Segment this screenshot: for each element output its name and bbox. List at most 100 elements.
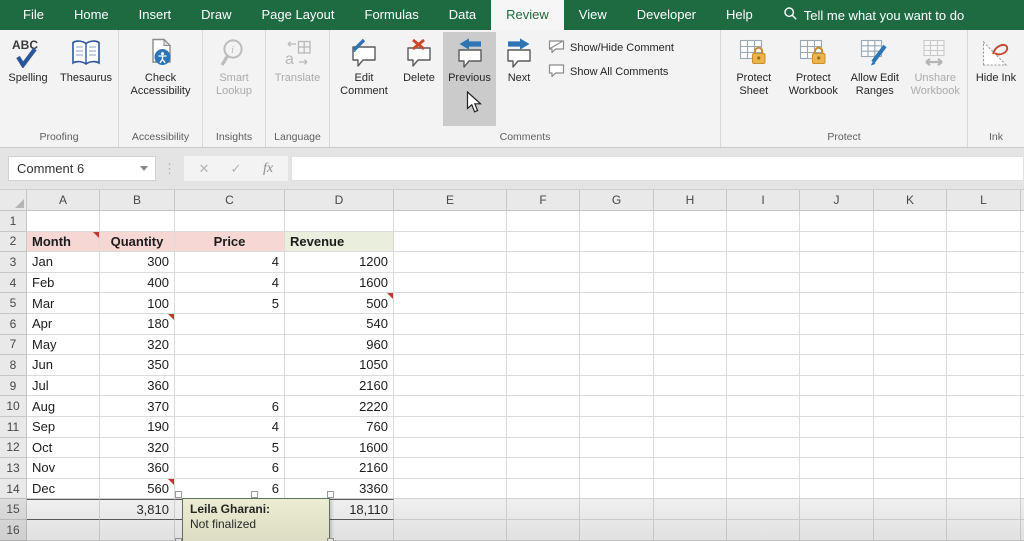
cell-B14[interactable]: 560 bbox=[100, 478, 175, 500]
row-header-16[interactable]: 16 bbox=[0, 519, 27, 541]
cell-L2[interactable] bbox=[947, 231, 1021, 253]
allow-edit-ranges-button[interactable]: Allow Edit Ranges bbox=[845, 32, 905, 126]
cell-K9[interactable] bbox=[874, 375, 947, 397]
check-accessibility-button[interactable]: Check Accessibility bbox=[121, 32, 201, 126]
col-header-J[interactable]: J bbox=[800, 190, 874, 211]
cell-H9[interactable] bbox=[654, 375, 727, 397]
cell-B7[interactable]: 320 bbox=[100, 334, 175, 356]
cell-E12[interactable] bbox=[394, 437, 507, 459]
tab-page-layout[interactable]: Page Layout bbox=[247, 0, 350, 30]
cell-G2[interactable] bbox=[580, 231, 654, 253]
cell-B11[interactable]: 190 bbox=[100, 416, 175, 438]
tab-insert[interactable]: Insert bbox=[124, 0, 187, 30]
tab-developer[interactable]: Developer bbox=[622, 0, 711, 30]
translate-button[interactable]: a Translate bbox=[269, 32, 327, 126]
thesaurus-button[interactable]: Thesaurus bbox=[55, 32, 117, 126]
cell-H14[interactable] bbox=[654, 478, 727, 500]
cell-H8[interactable] bbox=[654, 355, 727, 376]
cell-D3[interactable]: 1200 bbox=[285, 252, 394, 273]
cell-G12[interactable] bbox=[580, 437, 654, 459]
cell-D9[interactable]: 2160 bbox=[285, 375, 394, 397]
cell-F8[interactable] bbox=[507, 355, 580, 376]
cell-L6[interactable] bbox=[947, 313, 1021, 335]
cell-D6[interactable]: 540 bbox=[285, 313, 394, 335]
row-header-8[interactable]: 8 bbox=[0, 355, 27, 376]
show-hide-comment-button[interactable]: Show/Hide Comment bbox=[548, 39, 674, 56]
cell-K3[interactable] bbox=[874, 252, 947, 273]
row-header-10[interactable]: 10 bbox=[0, 396, 27, 417]
cell-B13[interactable]: 360 bbox=[100, 458, 175, 479]
cell-J14[interactable] bbox=[800, 478, 874, 500]
cell-F15[interactable] bbox=[507, 499, 580, 520]
cell-D5[interactable]: 500 bbox=[285, 293, 394, 314]
cell-K7[interactable] bbox=[874, 334, 947, 356]
cell-A8[interactable]: Jun bbox=[27, 355, 100, 376]
cell-B10[interactable]: 370 bbox=[100, 396, 175, 417]
next-comment-button[interactable]: Next bbox=[496, 32, 542, 126]
cell-F2[interactable] bbox=[507, 231, 580, 253]
cell-E14[interactable] bbox=[394, 478, 507, 500]
select-all-corner[interactable] bbox=[0, 190, 27, 211]
cell-I14[interactable] bbox=[727, 478, 800, 500]
col-header-D[interactable]: D bbox=[285, 190, 394, 211]
delete-comment-button[interactable]: Delete bbox=[395, 32, 443, 126]
cell-G4[interactable] bbox=[580, 272, 654, 294]
cell-L9[interactable] bbox=[947, 375, 1021, 397]
cell-F16[interactable] bbox=[507, 519, 580, 541]
cell-K8[interactable] bbox=[874, 355, 947, 376]
cell-H12[interactable] bbox=[654, 437, 727, 459]
cell-K14[interactable] bbox=[874, 478, 947, 500]
cell-D11[interactable]: 760 bbox=[285, 416, 394, 438]
cell-G10[interactable] bbox=[580, 396, 654, 417]
col-header-E[interactable]: E bbox=[394, 190, 507, 211]
cell-D8[interactable]: 1050 bbox=[285, 355, 394, 376]
cell-I12[interactable] bbox=[727, 437, 800, 459]
cell-I7[interactable] bbox=[727, 334, 800, 356]
cell-C12[interactable]: 5 bbox=[175, 437, 285, 459]
cell-F10[interactable] bbox=[507, 396, 580, 417]
cell-H11[interactable] bbox=[654, 416, 727, 438]
cell-H1[interactable] bbox=[654, 211, 727, 232]
cell-G14[interactable] bbox=[580, 478, 654, 500]
cell-A3[interactable]: Jan bbox=[27, 252, 100, 273]
unshare-workbook-button[interactable]: Unshare Workbook bbox=[905, 32, 966, 126]
cell-D12[interactable]: 1600 bbox=[285, 437, 394, 459]
cell-F5[interactable] bbox=[507, 293, 580, 314]
cell-A11[interactable]: Sep bbox=[27, 416, 100, 438]
cell-A15[interactable] bbox=[27, 499, 100, 520]
cell-K11[interactable] bbox=[874, 416, 947, 438]
cell-K2[interactable] bbox=[874, 231, 947, 253]
cell-I16[interactable] bbox=[727, 519, 800, 541]
cell-F13[interactable] bbox=[507, 458, 580, 479]
cell-E3[interactable] bbox=[394, 252, 507, 273]
cell-G3[interactable] bbox=[580, 252, 654, 273]
cell-G6[interactable] bbox=[580, 313, 654, 335]
cell-E4[interactable] bbox=[394, 272, 507, 294]
cell-D10[interactable]: 2220 bbox=[285, 396, 394, 417]
cell-J1[interactable] bbox=[800, 211, 874, 232]
tab-review[interactable]: Review bbox=[491, 0, 564, 30]
cell-E13[interactable] bbox=[394, 458, 507, 479]
cell-D1[interactable] bbox=[285, 211, 394, 232]
col-header-A[interactable]: A bbox=[27, 190, 100, 211]
cell-L8[interactable] bbox=[947, 355, 1021, 376]
cell-I15[interactable] bbox=[727, 499, 800, 520]
cell-K10[interactable] bbox=[874, 396, 947, 417]
cell-F9[interactable] bbox=[507, 375, 580, 397]
cell-E8[interactable] bbox=[394, 355, 507, 376]
cell-G16[interactable] bbox=[580, 519, 654, 541]
comment-handle-ne[interactable] bbox=[327, 491, 334, 498]
cell-J16[interactable] bbox=[800, 519, 874, 541]
row-header-3[interactable]: 3 bbox=[0, 252, 27, 273]
cell-B6[interactable]: 180 bbox=[100, 313, 175, 335]
protect-workbook-button[interactable]: Protect Workbook bbox=[782, 32, 845, 126]
cell-H5[interactable] bbox=[654, 293, 727, 314]
cell-H2[interactable] bbox=[654, 231, 727, 253]
cell-E2[interactable] bbox=[394, 231, 507, 253]
cell-C10[interactable]: 6 bbox=[175, 396, 285, 417]
cell-F12[interactable] bbox=[507, 437, 580, 459]
col-header-H[interactable]: H bbox=[654, 190, 727, 211]
cell-I5[interactable] bbox=[727, 293, 800, 314]
cell-L16[interactable] bbox=[947, 519, 1021, 541]
cell-D7[interactable]: 960 bbox=[285, 334, 394, 356]
